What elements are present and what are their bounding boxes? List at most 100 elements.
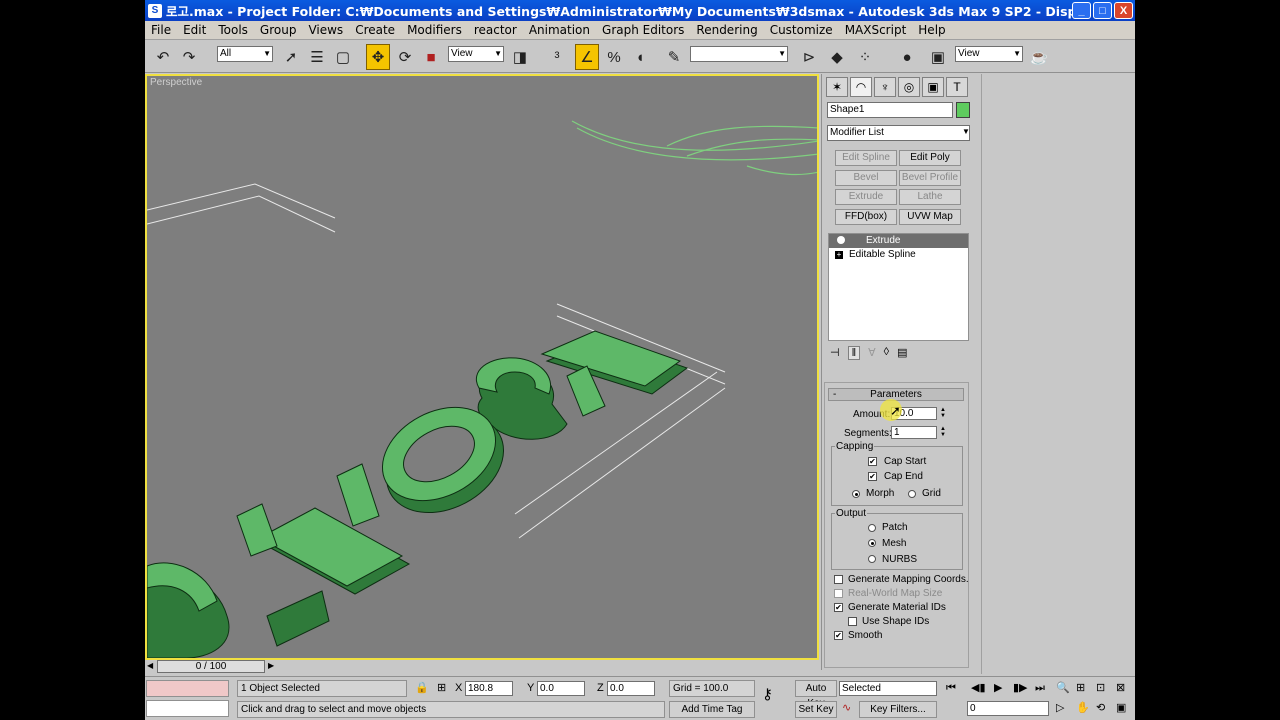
zoom-icon[interactable]: 🔍	[1056, 682, 1070, 694]
go-to-start-icon[interactable]: ⏮	[946, 682, 956, 694]
configure-sets-icon[interactable]: ▤	[897, 346, 907, 360]
zoom-extents-all-icon[interactable]: ⊠	[1116, 682, 1125, 694]
select-by-name-icon[interactable]: ☰	[305, 44, 329, 70]
extrude-button[interactable]: Extrude	[835, 189, 897, 205]
zoom-all-icon[interactable]: ⊞	[1076, 682, 1085, 694]
key-filters-button[interactable]: Key Filters...	[859, 701, 937, 718]
patch-radio[interactable]	[868, 524, 876, 532]
object-color-swatch[interactable]	[956, 102, 970, 118]
field-of-view-icon[interactable]: ▷	[1056, 702, 1064, 714]
quick-render-icon[interactable]: ☕	[1027, 44, 1051, 70]
rect-selection-icon[interactable]: ▢	[331, 44, 355, 70]
play-icon[interactable]: ▶	[994, 682, 1002, 694]
menu-maxscript[interactable]: MAXScript	[839, 23, 913, 37]
menu-help[interactable]: Help	[912, 23, 951, 37]
stack-item-editable-spline[interactable]: + Editable Spline	[829, 248, 968, 262]
key-selection-dropdown[interactable]: Selected	[839, 681, 937, 696]
segments-field[interactable]: 1	[891, 426, 937, 439]
move-icon[interactable]: ✥	[366, 44, 390, 70]
menu-graph-editors[interactable]: Graph Editors	[596, 23, 690, 37]
set-key-icon[interactable]: ∿	[842, 702, 851, 714]
spinner-snap-icon[interactable]: ◖	[628, 44, 652, 70]
x-coord-field[interactable]: 180.8	[465, 681, 513, 696]
percent-snap-icon[interactable]: %	[602, 44, 626, 70]
uvw-map-button[interactable]: UVW Map	[899, 209, 961, 225]
rotate-icon[interactable]: ⟳	[393, 44, 417, 70]
mesh-radio[interactable]	[868, 539, 876, 547]
set-key-button[interactable]: Set Key	[795, 701, 837, 718]
current-frame-field[interactable]: 0	[967, 701, 1049, 716]
previous-frame-icon[interactable]: ◀▮	[971, 682, 986, 694]
next-frame-button-icon[interactable]: ▮▶	[1013, 682, 1028, 694]
zoom-extents-icon[interactable]: ⊡	[1096, 682, 1105, 694]
mirror-icon[interactable]: ⊳	[797, 44, 821, 70]
scale-icon[interactable]: ■	[419, 44, 443, 70]
auto-key-button[interactable]: Auto Key	[795, 680, 837, 709]
edit-named-sel-icon[interactable]: ✎	[662, 44, 686, 70]
undo-icon[interactable]: ↶	[151, 44, 175, 70]
maximize-viewport-icon[interactable]: ▣	[1116, 702, 1126, 714]
add-time-tag-button[interactable]: Add Time Tag	[669, 701, 755, 718]
modify-tab-icon[interactable]: ◠	[850, 77, 872, 97]
morph-radio[interactable]	[852, 490, 860, 498]
gen-mat-ids-checkbox[interactable]: ✔	[834, 603, 843, 612]
make-unique-icon[interactable]: ∀	[868, 346, 876, 360]
parameters-rollout-header[interactable]: - Parameters	[828, 388, 964, 401]
display-tab-icon[interactable]: ▣	[922, 77, 944, 97]
menu-file[interactable]: File	[145, 23, 177, 37]
use-shape-ids-checkbox[interactable]	[848, 617, 857, 626]
menu-group[interactable]: Group	[254, 23, 303, 37]
show-end-result-icon[interactable]: ‖	[847, 346, 861, 360]
edit-spline-button[interactable]: Edit Spline	[835, 150, 897, 166]
smooth-checkbox[interactable]: ✔	[834, 631, 843, 640]
expand-icon[interactable]: +	[835, 251, 843, 259]
lightbulb-icon[interactable]	[837, 236, 845, 244]
perspective-viewport[interactable]: Perspective	[145, 74, 819, 660]
render-type-dropdown[interactable]: View	[955, 46, 1023, 62]
ffd-box-button[interactable]: FFD(box)	[835, 209, 897, 225]
cap-start-checkbox[interactable]: ✔	[868, 457, 877, 466]
close-button[interactable]: X	[1114, 2, 1133, 19]
menu-views[interactable]: Views	[302, 23, 349, 37]
menu-animation[interactable]: Animation	[523, 23, 596, 37]
snap-toggle-icon[interactable]: ³	[545, 44, 569, 70]
menu-reactor[interactable]: reactor	[468, 23, 523, 37]
segments-spinner-icon[interactable]: ▲ ▼	[939, 426, 947, 439]
modifier-stack[interactable]: Extrude + Editable Spline	[828, 233, 969, 341]
menu-modifiers[interactable]: Modifiers	[401, 23, 468, 37]
object-name-field[interactable]: Shape1	[827, 102, 953, 118]
lock-selection-icon[interactable]: 🔒	[415, 682, 429, 694]
real-world-checkbox[interactable]	[834, 589, 843, 598]
align-icon[interactable]: ◆	[825, 44, 849, 70]
create-tab-icon[interactable]: ✶	[826, 77, 848, 97]
menu-rendering[interactable]: Rendering	[690, 23, 763, 37]
remove-modifier-icon[interactable]: ◊	[884, 346, 889, 360]
time-slider[interactable]: 0 / 100	[157, 660, 265, 673]
utilities-tab-icon[interactable]: T	[946, 77, 968, 97]
next-frame-icon[interactable]: ▶	[268, 661, 274, 670]
menu-create[interactable]: Create	[349, 23, 401, 37]
pivot-icon[interactable]: ◨	[508, 44, 532, 70]
edit-poly-button[interactable]: Edit Poly	[899, 150, 961, 166]
angle-snap-icon[interactable]: ∠	[575, 44, 599, 70]
menu-tools[interactable]: Tools	[212, 23, 254, 37]
material-editor-icon[interactable]: ●	[895, 44, 919, 70]
stack-item-extrude[interactable]: Extrude	[829, 234, 968, 248]
maxscript-input[interactable]	[146, 700, 229, 717]
ref-coord-dropdown[interactable]: View	[448, 46, 504, 62]
y-coord-field[interactable]: 0.0	[537, 681, 585, 696]
amount-spinner-icon[interactable]: ▲ ▼	[939, 407, 947, 420]
z-coord-field[interactable]: 0.0	[607, 681, 655, 696]
absolute-mode-icon[interactable]: ⊞	[437, 682, 446, 694]
bevel-profile-button[interactable]: Bevel Profile	[899, 170, 961, 186]
menu-customize[interactable]: Customize	[764, 23, 839, 37]
pin-stack-icon[interactable]: ⊣	[830, 346, 840, 360]
menu-edit[interactable]: Edit	[177, 23, 212, 37]
nurbs-radio[interactable]	[868, 555, 876, 563]
select-object-icon[interactable]: ➚	[279, 44, 303, 70]
render-setup-icon[interactable]: ▣	[926, 44, 950, 70]
go-to-end-icon[interactable]: ⏭	[1035, 682, 1045, 694]
gen-mapping-checkbox[interactable]	[834, 575, 843, 584]
minimize-button[interactable]: _	[1072, 2, 1091, 19]
key-mode-icon[interactable]: ⚷	[762, 687, 773, 702]
